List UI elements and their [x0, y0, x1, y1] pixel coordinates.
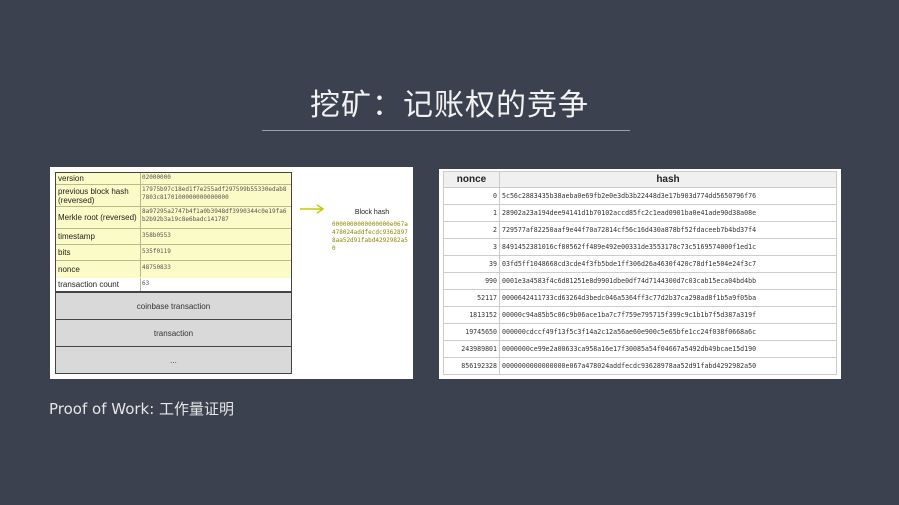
nonce-cell: 856192328 — [443, 357, 500, 375]
nonce-cell: 990 — [443, 272, 500, 290]
hash-cell: 00000c94a85b5c06c9b06ace1ba7c7f759e79571… — [499, 306, 837, 324]
table-header-row: nonce hash — [443, 171, 837, 188]
coinbase-transaction-box: coinbase transaction — [55, 292, 292, 320]
header-row-nonce: nonce 48750833 — [56, 261, 291, 277]
nonce-column-header: nonce — [443, 171, 500, 188]
table-row: 2 729577af82250aaf9e44f70a72814cf56c16d43… — [443, 221, 837, 239]
table-row: 0 5c56c2883435b38aeba0e69fb2e0e3db3b22448… — [443, 187, 837, 205]
hash-cell: 0000000ce99e2a00633ca958a16e17f30085a54f… — [499, 340, 837, 358]
header-value: 535f0119 — [142, 248, 171, 255]
nonce-cell: 39 — [443, 255, 500, 273]
header-key: previous block hash (reversed) — [56, 185, 141, 206]
block-hash-value: 0000000000000000e067a478024addfecdc93628… — [332, 221, 408, 252]
hash-cell: 000000cdccf49f13f5c3f14a2c12a56ae60e900c… — [499, 323, 837, 341]
nonce-cell: 243989801 — [443, 340, 500, 358]
table-row: 39 03fd5ff1048668cd3cde4f3fb5bde1ff306d26… — [443, 255, 837, 273]
nonce-hash-panel: nonce hash 0 5c56c2883435b38aeba0e69fb2e0… — [439, 169, 841, 379]
block-hash-label: Block hash — [354, 209, 390, 216]
transaction-count-row: transaction count 63 — [55, 278, 292, 292]
ellipsis-box: ... — [55, 346, 292, 374]
table-row: 3 8491452381016cf80562ff489e492e00331de35… — [443, 238, 837, 256]
slide-title: 挖矿：记账权的竞争 — [310, 88, 589, 123]
header-key: timestamp — [56, 229, 141, 244]
block-header-box: version 02000000 previous block hash (re… — [55, 172, 292, 279]
table-row: 1813152 00000c94a85b5c06c9b06ace1ba7c7f75… — [443, 306, 837, 324]
hash-cell: 28902a23a194dee94141d1b70102accd85fc2c1e… — [499, 204, 837, 222]
nonce-cell: 1 — [443, 204, 500, 222]
header-key: bits — [56, 245, 141, 260]
header-row-previous-hash: previous block hash (reversed) 17975b97c… — [56, 185, 291, 207]
header-value: 17975b97c18ed1f7e255adf297599b55330edab8… — [142, 186, 287, 201]
transaction-box: transaction — [55, 319, 292, 347]
nonce-cell: 2 — [443, 221, 500, 239]
nonce-cell: 3 — [443, 238, 500, 256]
nonce-hash-table: nonce hash 0 5c56c2883435b38aeba0e69fb2e0… — [443, 171, 837, 375]
header-value: 02000000 — [142, 174, 171, 181]
header-key: Merkle root (reversed) — [56, 207, 141, 228]
hash-column-header: hash — [499, 171, 837, 188]
nonce-cell: 1813152 — [443, 306, 500, 324]
title-divider — [262, 130, 630, 131]
transaction-count-value: 63 — [142, 280, 150, 287]
header-row-version: version 02000000 — [56, 173, 291, 185]
hash-cell: 5c56c2883435b38aeba0e69fb2e0e3db3b22448d… — [499, 187, 837, 205]
header-key: version — [56, 173, 141, 184]
header-row-timestamp: timestamp 358b0553 — [56, 229, 291, 245]
hash-cell: 03fd5ff1048668cd3cde4f3fb5bde1ff306d26a4… — [499, 255, 837, 273]
table-row: 19745650 000000cdccf49f13f5c3f14a2c12a56a… — [443, 323, 837, 341]
slide-caption: Proof of Work: 工作量证明 — [49, 400, 235, 418]
nonce-cell: 52117 — [443, 289, 500, 307]
header-row-bits: bits 535f0119 — [56, 245, 291, 261]
hash-cell: 8491452381016cf80562ff489e492e00331de355… — [499, 238, 837, 256]
hash-cell: 0001e3a4583f4c6d81251e8d9901dbe0df74d714… — [499, 272, 837, 290]
hash-cell: 0000000000000000e067a478024addfecdc93628… — [499, 357, 837, 375]
table-row: 856192328 0000000000000000e067a478024addf… — [443, 357, 837, 375]
header-value: 358b0553 — [142, 232, 171, 239]
arrow-right-icon — [300, 204, 325, 214]
hash-cell: 0000642411733cd63264d3bedc046a5364ff3c77… — [499, 289, 837, 307]
nonce-cell: 19745650 — [443, 323, 500, 341]
header-value: 48750833 — [142, 264, 171, 271]
header-row-merkle-root: Merkle root (reversed) 8a97295a2747b4f1a… — [56, 207, 291, 229]
nonce-cell: 0 — [443, 187, 500, 205]
header-key: nonce — [56, 261, 141, 277]
hash-cell: 729577af82250aaf9e44f70a72814cf56c16d430… — [499, 221, 837, 239]
header-value: 8a97295a2747b4f1a0b3948df3990344c0e19fa6… — [142, 208, 287, 223]
table-row: 1 28902a23a194dee94141d1b70102accd85fc2c1… — [443, 204, 837, 222]
table-row: 243989801 0000000ce99e2a00633ca958a16e17f… — [443, 340, 837, 358]
table-row: 52117 0000642411733cd63264d3bedc046a5364f… — [443, 289, 837, 307]
block-diagram-panel: version 02000000 previous block hash (re… — [50, 167, 413, 379]
transaction-count-label: transaction count — [56, 278, 141, 291]
table-row: 990 0001e3a4583f4c6d81251e8d9901dbe0df74d… — [443, 272, 837, 290]
